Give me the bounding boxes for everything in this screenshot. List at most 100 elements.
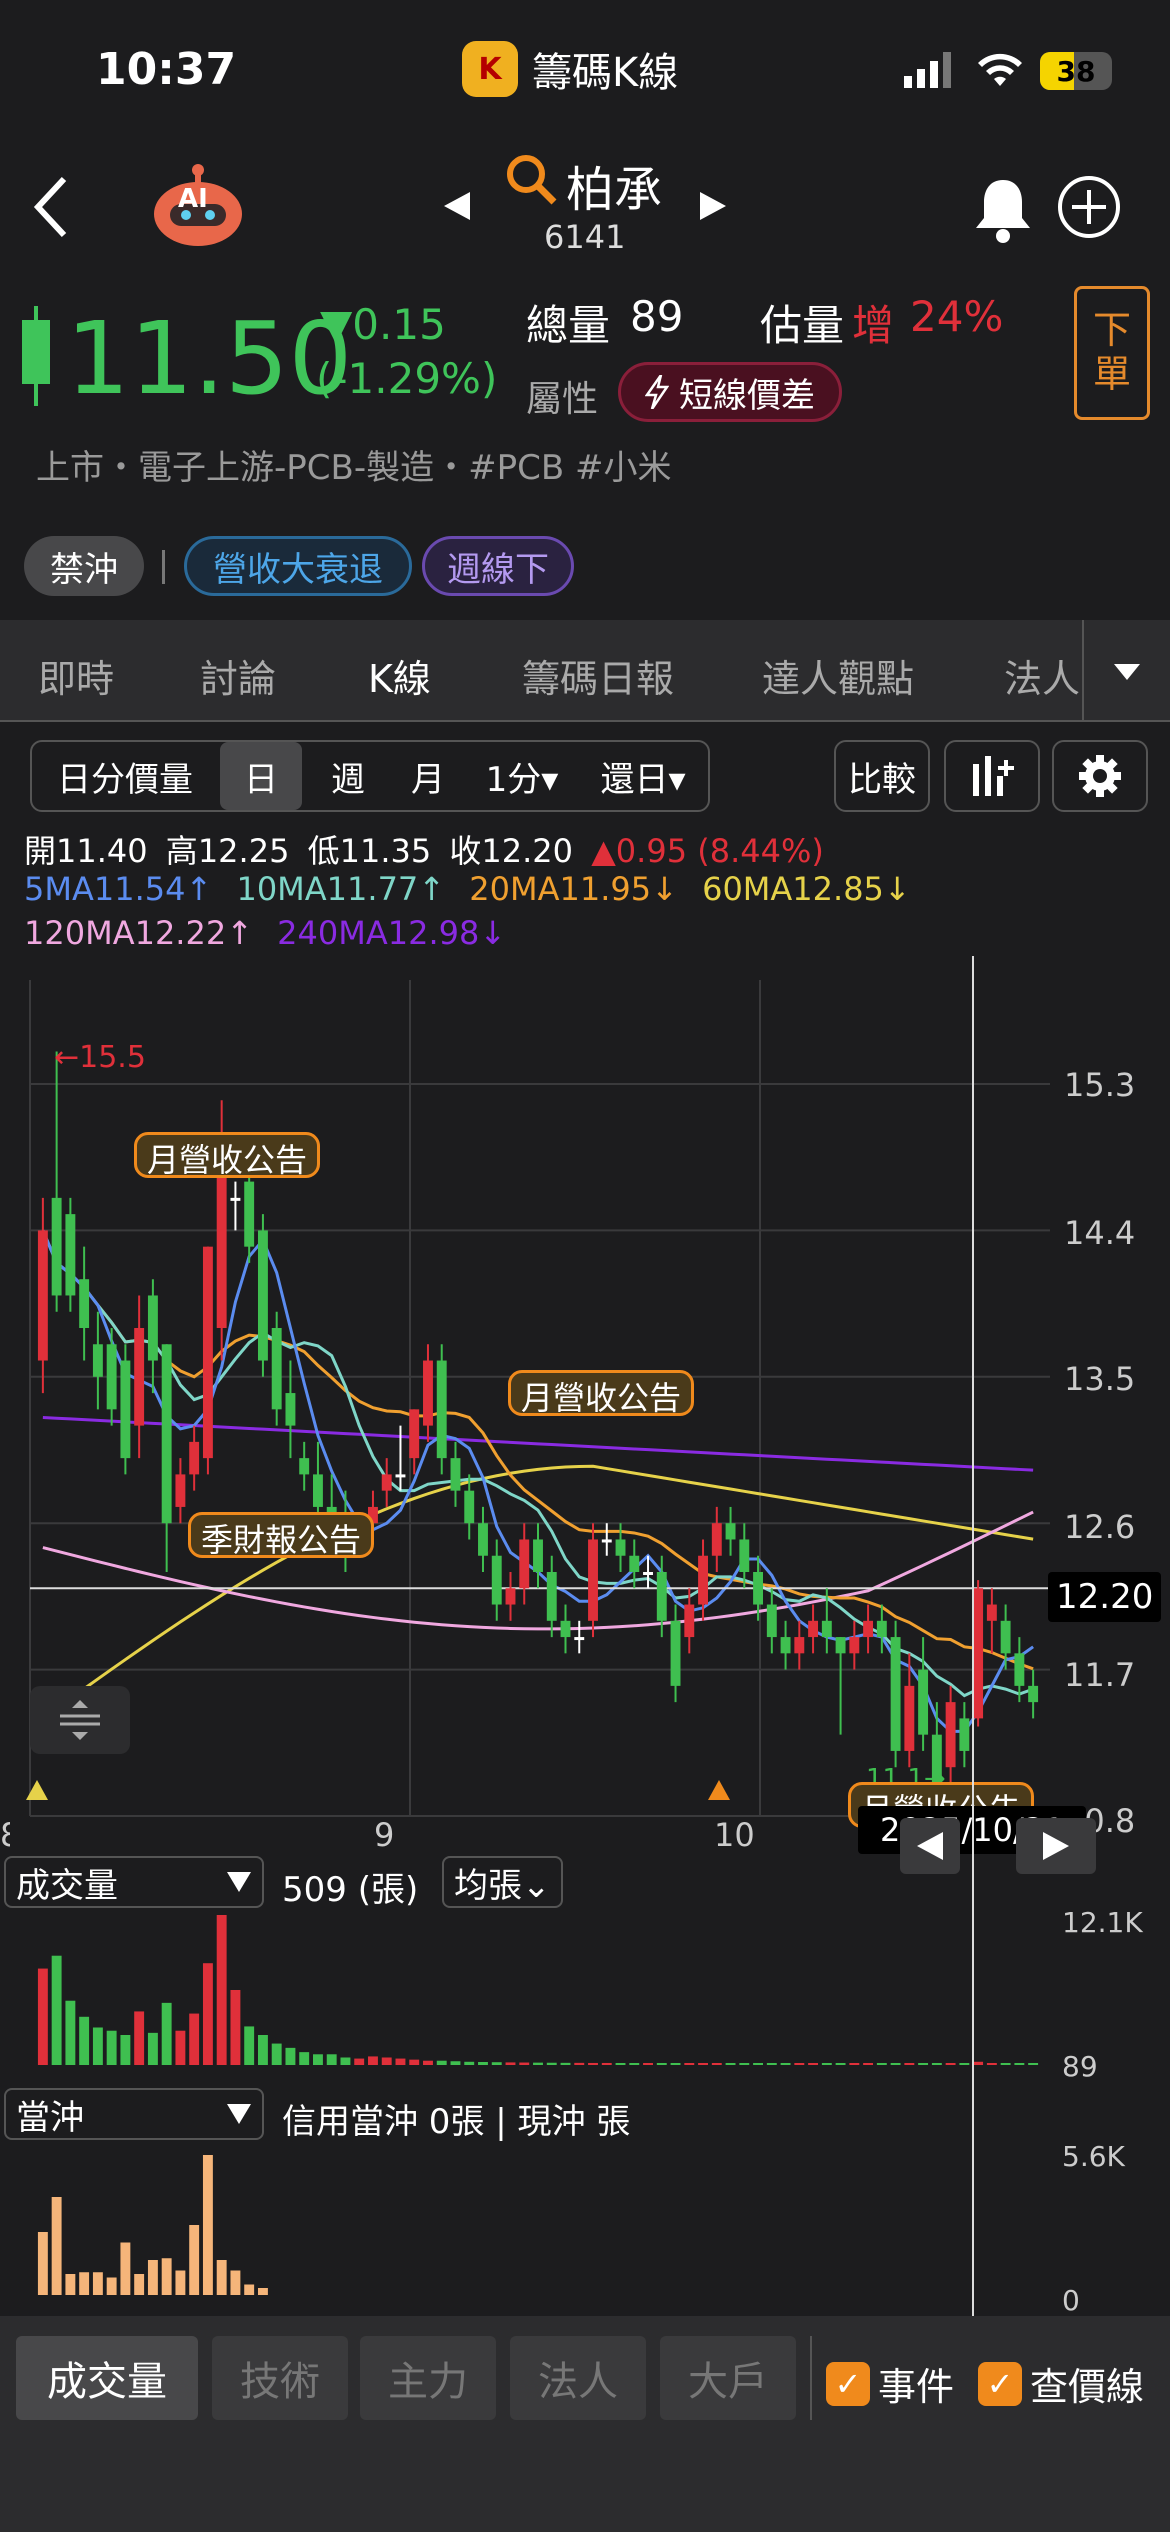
period-minute-dropdown[interactable]: 1分▾ <box>472 742 572 810</box>
volume-bar <box>876 2063 887 2065</box>
tab-more-chevron-icon[interactable] <box>1112 662 1142 686</box>
order-button[interactable]: 下 單 <box>1074 286 1150 420</box>
price-line-toggle[interactable]: ✓ 查價線 <box>978 2356 1144 2411</box>
volume-bar <box>698 2063 708 2065</box>
candle-body <box>533 1539 543 1572</box>
volume-indicator-dropdown[interactable]: 成交量 <box>4 1856 264 1908</box>
order-button-char-2: 單 <box>1092 352 1131 396</box>
volume-bar <box>134 2011 145 2065</box>
candle-body <box>574 1637 585 1641</box>
volume-bar <box>533 2062 543 2065</box>
volume-bar <box>37 1968 48 2065</box>
bottom-divider <box>810 2336 812 2420</box>
day-change: ▲0.95 (8.44%) <box>591 832 824 870</box>
event-label-revenue-2[interactable]: 月營收公告 <box>508 1370 695 1417</box>
candle-body <box>973 1588 984 1719</box>
volume-bar <box>711 2063 722 2065</box>
candle-body <box>79 1279 90 1328</box>
status-time: 10:37 <box>96 44 237 95</box>
attribute-badge[interactable]: 短線價差 <box>618 362 842 422</box>
bottom-main-force-button[interactable]: 主力 <box>360 2336 496 2420</box>
add-icon[interactable] <box>1056 174 1122 244</box>
event-label-revenue-1[interactable]: 月營收公告 <box>134 1132 321 1179</box>
indicator-add-icon[interactable] <box>944 740 1040 812</box>
period-selector: 日分價量 日 週 月 1分▾ 還日▾ <box>30 740 710 812</box>
tab-chip-daily[interactable]: 籌碼日報 <box>522 648 674 703</box>
bottom-volume-button[interactable]: 成交量 <box>16 2336 198 2420</box>
event-marker-icon[interactable] <box>708 1780 730 1804</box>
volume-bar <box>244 2026 255 2065</box>
volume-bar <box>106 2030 117 2065</box>
crosshair-next-icon[interactable] <box>1016 1818 1096 1874</box>
candle-body <box>106 1344 117 1410</box>
volume-bar <box>519 2062 530 2065</box>
event-marker-icon[interactable] <box>26 1780 48 1804</box>
next-stock-icon[interactable] <box>698 190 728 226</box>
daytrade-indicator-dropdown[interactable]: 當沖 <box>4 2088 264 2140</box>
daytrade-bar <box>51 2197 62 2295</box>
candle-body <box>629 1555 640 1572</box>
ai-robot-icon[interactable]: AI <box>150 162 246 248</box>
tab-institutional[interactable]: 法人 <box>1004 648 1084 703</box>
search-icon[interactable] <box>504 152 558 210</box>
volume-bar <box>904 2063 915 2065</box>
candle-body <box>656 1572 667 1621</box>
candle-body <box>271 1328 282 1410</box>
crosshair-prev-icon[interactable] <box>900 1818 960 1874</box>
compare-button[interactable]: 比較 <box>834 740 930 812</box>
crosshair-line <box>972 956 974 2320</box>
settings-gear-icon[interactable] <box>1052 740 1148 812</box>
volume-bar <box>794 2063 805 2065</box>
candle-body <box>546 1572 557 1621</box>
low-value: 11.35 <box>339 832 432 870</box>
daytrade-indicator-label: 當沖 <box>16 2097 84 2138</box>
tag-below-weekly[interactable]: 週線下 <box>422 536 574 596</box>
candle-body <box>230 1197 241 1201</box>
price-change: ▼0.15 <box>320 300 446 349</box>
volume-min-tick: 89 <box>1062 2050 1098 2083</box>
check-icon: ✓ <box>978 2361 1022 2406</box>
period-week[interactable]: 週 <box>308 742 388 810</box>
period-month[interactable]: 月 <box>388 742 468 810</box>
crosshair-value: 12.20 <box>1048 1572 1162 1622</box>
volume-bar <box>147 2032 158 2065</box>
lightning-icon <box>645 375 669 409</box>
candle-body <box>491 1555 502 1605</box>
tab-kline[interactable]: K線 <box>368 648 431 703</box>
volume-bar <box>973 2061 984 2065</box>
volume-max-tick: 12.1K <box>1062 1906 1143 1939</box>
candle-body <box>92 1344 103 1377</box>
prev-stock-icon[interactable] <box>442 190 472 226</box>
tab-realtime[interactable]: 即時 <box>38 648 114 703</box>
current-price: 11.50 <box>66 300 353 417</box>
volume-bar <box>546 2062 557 2065</box>
candle-body <box>436 1360 447 1459</box>
avg-lot-button[interactable]: 均張⌄ <box>442 1856 563 1908</box>
tab-discussion[interactable]: 討論 <box>200 648 276 703</box>
bottom-big-holder-button[interactable]: 大戶 <box>660 2336 796 2420</box>
event-label-quarterly[interactable]: 季財報公告 <box>188 1512 375 1559</box>
adjust-dropdown[interactable]: 還日▾ <box>578 742 708 810</box>
bell-icon[interactable] <box>970 174 1036 248</box>
chart-resize-icon[interactable] <box>30 1686 130 1754</box>
high-value: 12.25 <box>197 832 290 870</box>
back-icon[interactable] <box>20 170 80 244</box>
period-day[interactable]: 日 <box>220 742 302 810</box>
tag-no-daytrade[interactable]: 禁沖 <box>24 536 144 596</box>
volume-bar <box>257 2035 268 2065</box>
volume-bar <box>354 2058 365 2065</box>
high-label: 高 <box>165 832 198 870</box>
ma240-value: 240MA12.98↓ <box>277 914 507 952</box>
candle-body <box>601 1539 612 1543</box>
bottom-institutional-button[interactable]: 法人 <box>510 2336 646 2420</box>
candle-body <box>299 1458 310 1475</box>
events-toggle[interactable]: ✓ 事件 <box>826 2356 954 2411</box>
tab-expert-view[interactable]: 達人觀點 <box>762 648 914 703</box>
stock-name[interactable]: 柏承 <box>566 150 662 220</box>
bottom-technical-button[interactable]: 技術 <box>212 2336 348 2420</box>
volume-bar <box>986 2063 997 2065</box>
tag-revenue-decline[interactable]: 營收大衰退 <box>184 536 412 596</box>
volume-bar <box>464 2061 475 2065</box>
period-intraday[interactable]: 日分價量 <box>32 742 218 810</box>
daytrade-bar <box>134 2274 145 2295</box>
